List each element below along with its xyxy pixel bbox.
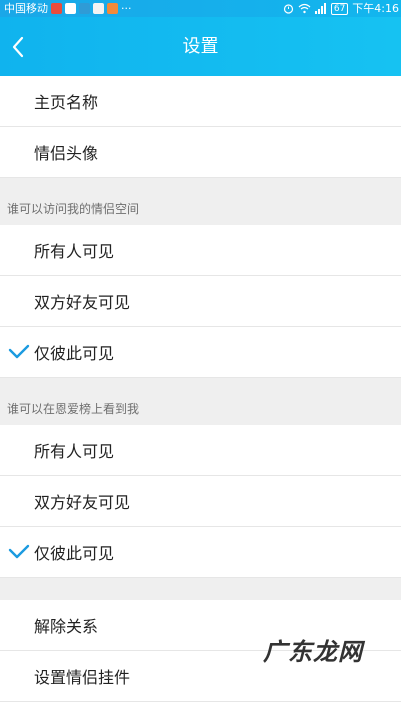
status-left: 中国移动 ··· xyxy=(0,0,132,17)
notification-icon xyxy=(107,3,118,14)
section-title: 谁可以在恩爱榜上看到我 xyxy=(7,402,140,416)
checkmark-icon xyxy=(8,344,30,359)
battery-level: 67 xyxy=(333,3,346,14)
status-right: 67 下午4:16 xyxy=(283,0,399,17)
visibility-option-everyone[interactable]: 所有人可见 xyxy=(0,225,401,276)
page-title: 设置 xyxy=(182,36,219,57)
clock: 下午4:16 xyxy=(352,2,399,15)
option-label: 仅彼此可见 xyxy=(34,544,115,563)
watermark: 广东龙网 xyxy=(263,638,363,666)
option-label: 双方好友可见 xyxy=(34,293,131,312)
status-bar: 中国移动 ··· 67 下午4:16 xyxy=(0,0,401,17)
header: 设置 xyxy=(0,17,401,76)
ranking-option-mutual-friends[interactable]: 双方好友可见 xyxy=(0,476,401,527)
list-item-label: 设置情侣挂件 xyxy=(34,668,131,687)
list-item-label: 情侣头像 xyxy=(34,144,99,163)
option-label: 所有人可见 xyxy=(34,442,115,461)
battery-icon: 67 xyxy=(330,2,349,15)
carrier-label: 中国移动 xyxy=(4,2,48,15)
notification-icon xyxy=(93,3,104,14)
ranking-option-everyone[interactable]: 所有人可见 xyxy=(0,425,401,476)
list-item-label: 主页名称 xyxy=(34,93,99,112)
more-notifications-label: ··· xyxy=(121,2,132,15)
couple-avatar-item[interactable]: 情侣头像 xyxy=(0,127,401,178)
ranking-option-only-us[interactable]: 仅彼此可见 xyxy=(0,527,401,578)
wifi-icon xyxy=(298,3,311,14)
section-divider xyxy=(0,578,401,600)
notification-icon xyxy=(79,3,90,14)
option-label: 双方好友可见 xyxy=(34,493,131,512)
section-header: 谁可以在恩爱榜上看到我 xyxy=(0,378,401,425)
home-name-item[interactable]: 主页名称 xyxy=(0,76,401,127)
checkmark-icon xyxy=(8,544,30,559)
option-label: 所有人可见 xyxy=(34,242,115,261)
signal-icon xyxy=(314,3,326,14)
list-item-label: 解除关系 xyxy=(34,617,99,636)
notification-icon xyxy=(65,3,76,14)
visibility-option-mutual-friends[interactable]: 双方好友可见 xyxy=(0,276,401,327)
notification-icon xyxy=(51,3,62,14)
settings-list: 主页名称 情侣头像 谁可以访问我的情侣空间 所有人可见 双方好友可见 仅彼此可见… xyxy=(0,76,401,702)
section-header: 谁可以访问我的情侣空间 xyxy=(0,178,401,225)
visibility-option-only-us[interactable]: 仅彼此可见 xyxy=(0,327,401,378)
option-label: 仅彼此可见 xyxy=(34,344,115,363)
section-title: 谁可以访问我的情侣空间 xyxy=(7,202,140,216)
alarm-icon xyxy=(283,4,293,14)
